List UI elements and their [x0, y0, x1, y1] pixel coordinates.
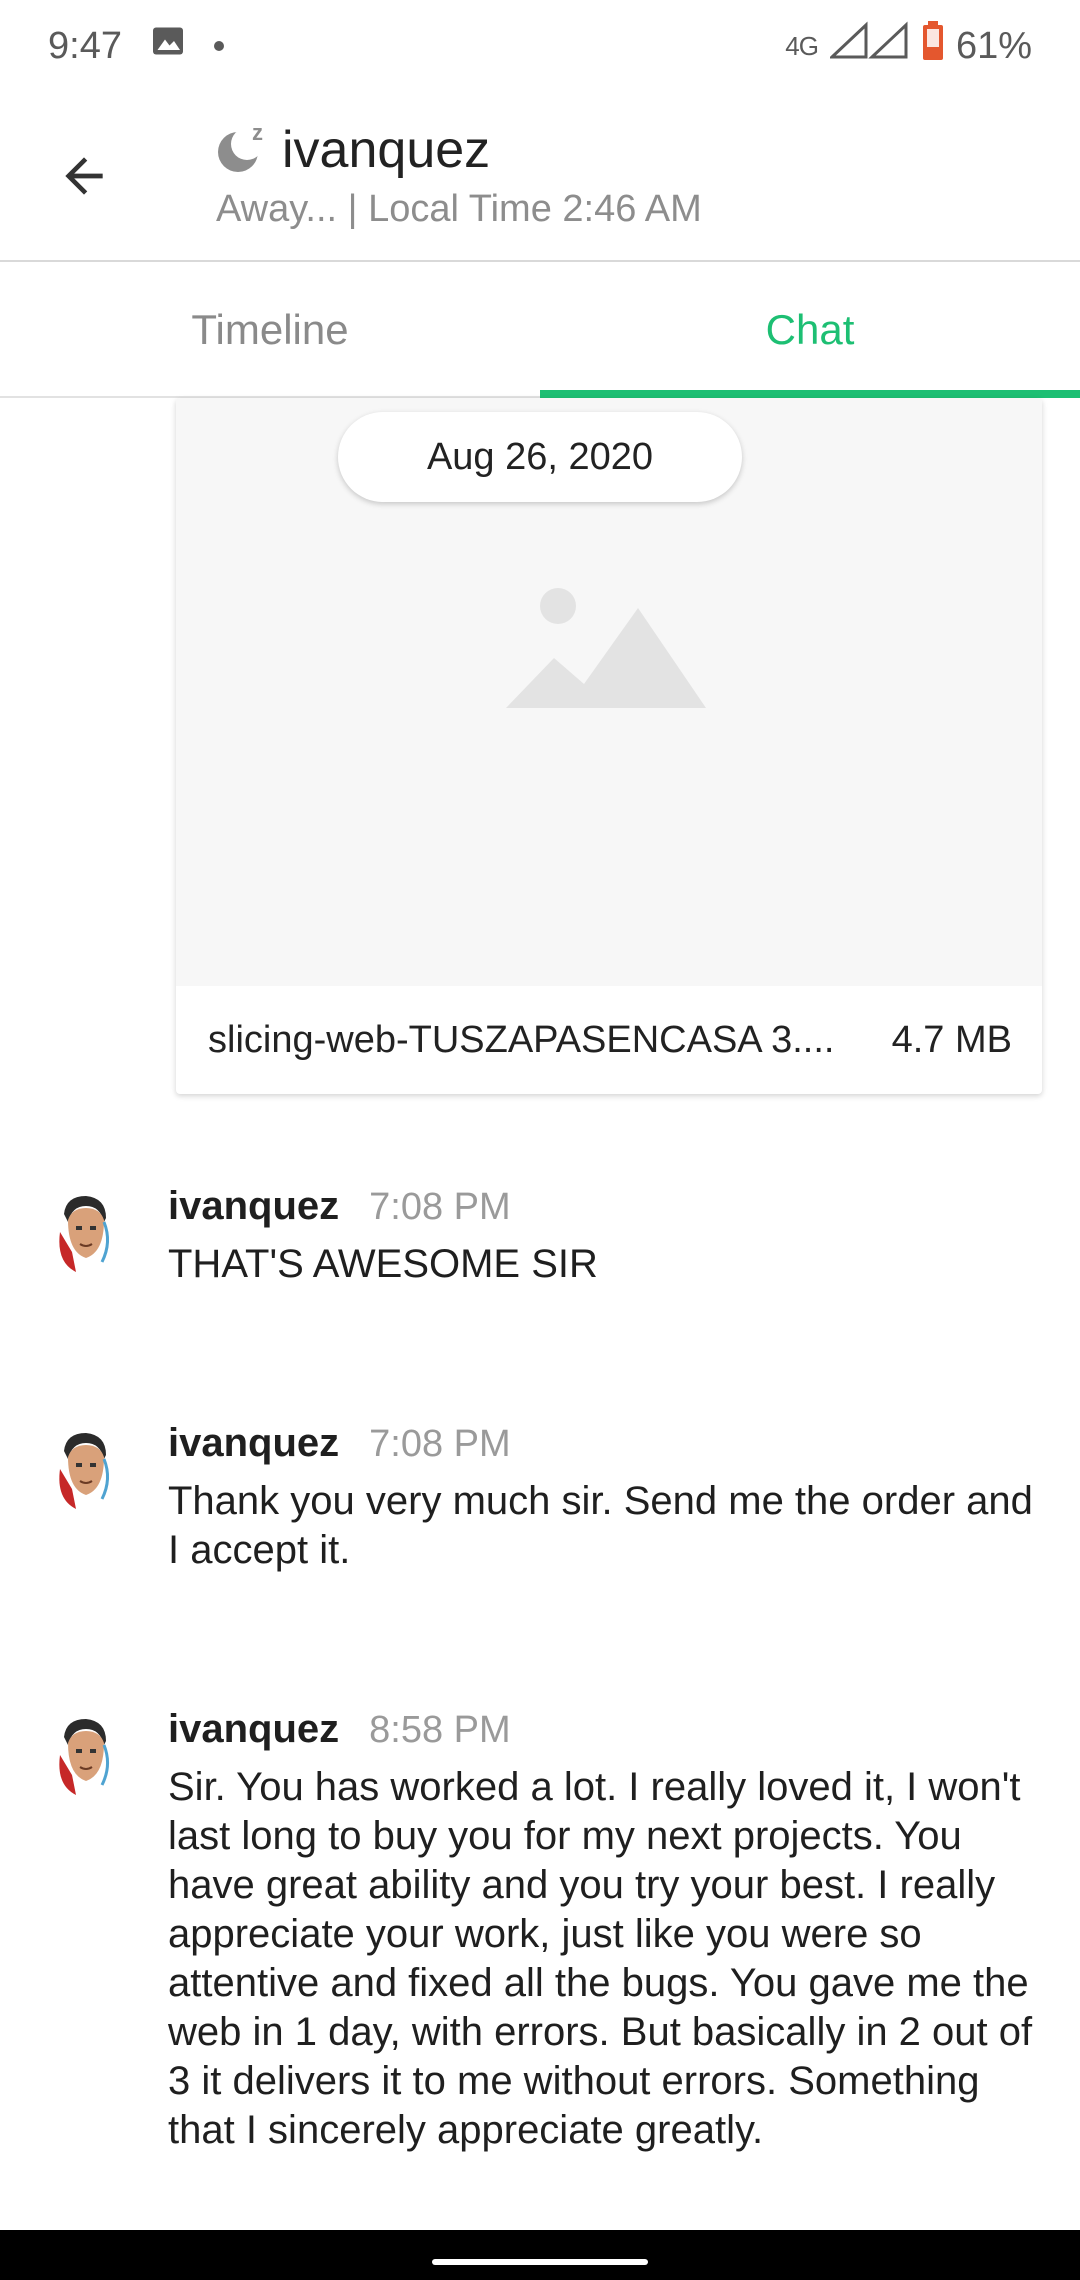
notification-dot [213, 41, 224, 51]
tab-timeline[interactable]: Timeline [0, 264, 540, 396]
image-placeholder-icon [506, 588, 706, 708]
tab-chat[interactable]: Chat [540, 264, 1080, 398]
battery-icon [922, 21, 944, 71]
attachment-info: slicing-web-TUSZAPASENCASA 3.... 4.7 MB [176, 986, 1042, 1094]
battery-level: 61% [955, 24, 1032, 67]
tab-bar: Timeline Chat [0, 264, 1080, 398]
arrow-back-icon [65, 157, 103, 195]
attachment-size: 4.7 MB [891, 1018, 1012, 1061]
chat-header: z ivanquez Away... | Local Time 2:46 AM [0, 92, 1080, 262]
message-text: THAT'S AWESOME SIR [168, 1242, 598, 1286]
date-separator: Aug 26, 2020 [338, 412, 742, 502]
message-time: 8:58 PM [369, 1709, 511, 1751]
home-indicator[interactable] [432, 2259, 648, 2265]
image-icon [150, 23, 186, 69]
network-label: 4G [785, 30, 819, 61]
message-sender: ivanquez [168, 1184, 340, 1228]
back-button[interactable] [48, 140, 120, 212]
avatar[interactable] [52, 1192, 116, 1276]
signal-icon [828, 21, 910, 71]
moon-sleep-icon: z [214, 120, 268, 176]
attachment-filename: slicing-web-TUSZAPASENCASA 3.... [208, 1018, 835, 1061]
avatar[interactable] [52, 1715, 116, 1799]
status-time: 9:47 [48, 24, 122, 67]
status-bar: 9:47 4G 61% [0, 0, 1080, 92]
svg-text:z: z [252, 122, 263, 145]
contact-status-line: Away... | Local Time 2:46 AM [216, 188, 702, 230]
file-attachment-card[interactable]: slicing-web-TUSZAPASENCASA 3.... 4.7 MB [176, 398, 1042, 1094]
message-time: 7:08 PM [369, 1423, 511, 1465]
message-text: Sir. You has worked a lot. I really love… [168, 1765, 1033, 2152]
system-nav-bar [0, 2230, 1080, 2280]
message-sender: ivanquez [168, 1707, 340, 1751]
avatar[interactable] [52, 1429, 116, 1513]
message-sender: ivanquez [168, 1421, 340, 1465]
contact-name[interactable]: ivanquez [282, 120, 490, 180]
message-time: 7:08 PM [369, 1186, 511, 1228]
message-text: Thank you very much sir. Send me the ord… [168, 1479, 1033, 1572]
